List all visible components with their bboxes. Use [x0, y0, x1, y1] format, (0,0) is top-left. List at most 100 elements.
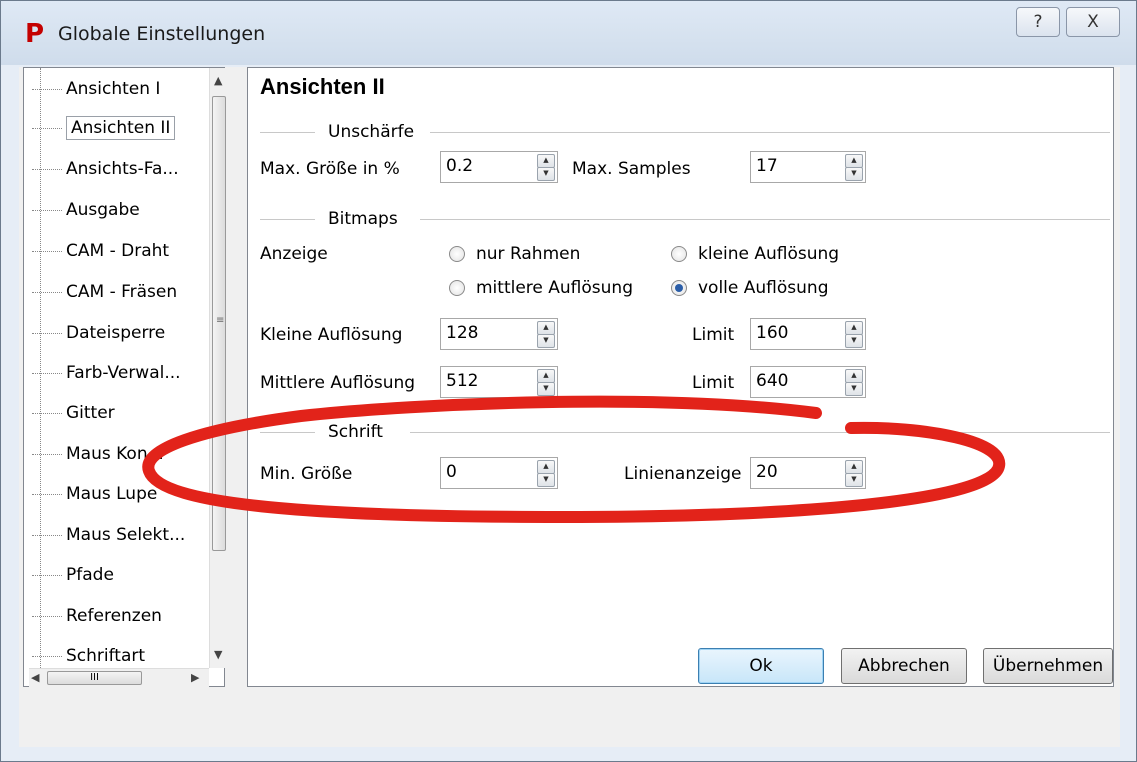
kleine-aufloesung-spinbox[interactable]: 128 ▲ ▼ [440, 318, 558, 350]
tree-item-label: CAM - Draht [66, 241, 170, 261]
spinbox-value: 160 [756, 323, 789, 343]
horizontal-scroll-thumb[interactable]: III [47, 671, 142, 685]
spinbox-value: 0 [446, 462, 457, 482]
spin-up-icon[interactable]: ▲ [845, 460, 863, 474]
category-tree: Ansichten I Ansichten II Ansichts-Fa... … [23, 67, 228, 687]
mittlere-limit-spinbox[interactable]: 640 ▲ ▼ [750, 366, 866, 398]
scroll-up-icon[interactable]: ▲ [214, 74, 222, 87]
spin-down-icon[interactable]: ▼ [845, 382, 863, 396]
spin-down-icon[interactable]: ▼ [537, 167, 555, 181]
radio-kleine-aufloesung[interactable] [671, 246, 687, 262]
settings-panel: Ansichten II Unschärfe Max. Größe in % 0… [247, 67, 1114, 687]
scroll-left-icon[interactable]: ◀ [31, 671, 39, 684]
tree-item-maus-selekt[interactable]: Maus Selekt... [32, 520, 185, 550]
spin-up-icon[interactable]: ▲ [537, 460, 555, 474]
group-label: Schrift [328, 422, 383, 442]
mittlere-aufloesung-spinbox[interactable]: 512 ▲ ▼ [440, 366, 558, 398]
max-groesse-spinbox[interactable]: 0.2 ▲ ▼ [440, 151, 558, 183]
dialog-window: P Globale Einstellungen ? X Ansichten I … [0, 0, 1137, 762]
tree-item-cam-fraesen[interactable]: CAM - Fräsen [32, 277, 177, 307]
tree-item-ansichts-fa[interactable]: Ansichts-Fa... [32, 154, 179, 184]
spin-up-icon[interactable]: ▲ [537, 154, 555, 168]
spin-down-icon[interactable]: ▼ [537, 382, 555, 396]
spin-up-icon[interactable]: ▲ [537, 369, 555, 383]
help-button[interactable]: ? [1016, 7, 1060, 37]
spin-up-icon[interactable]: ▲ [537, 321, 555, 335]
title-bar: P Globale Einstellungen ? X [1, 1, 1136, 65]
radio-nur-rahmen[interactable] [449, 246, 465, 262]
anzeige-label: Anzeige [260, 244, 328, 264]
page-title: Ansichten II [260, 74, 385, 99]
radio-volle-aufloesung[interactable] [671, 280, 687, 296]
tree-item-dateisperre[interactable]: Dateisperre [32, 318, 165, 348]
ok-button[interactable]: Ok [698, 648, 824, 684]
tree-item-label: Maus Selekt... [66, 525, 186, 545]
spin-down-icon[interactable]: ▼ [845, 167, 863, 181]
help-icon: ? [1033, 12, 1043, 32]
spinbox-value: 20 [756, 462, 778, 482]
tree-item-label: Referenzen [66, 606, 162, 626]
tree-item-referenzen[interactable]: Referenzen [32, 601, 162, 631]
tree-item-maus-lupe[interactable]: Maus Lupe [32, 479, 157, 509]
kleine-limit-label: Limit [692, 325, 735, 345]
window-title: Globale Einstellungen [58, 23, 266, 45]
group-unschaerfe: Unschärfe [260, 122, 1110, 144]
tree-vertical-scrollbar[interactable]: ▲ ≡ ▼ [209, 68, 228, 668]
tree-item-gitter[interactable]: Gitter [32, 398, 115, 428]
tree-item-label: Maus Kon... [66, 444, 164, 464]
spin-down-icon[interactable]: ▼ [845, 473, 863, 487]
tree-item-label: Ausgabe [66, 200, 140, 220]
tree-item-label: CAM - Fräsen [66, 282, 178, 302]
spin-down-icon[interactable]: ▼ [537, 473, 555, 487]
linienanzeige-spinbox[interactable]: 20 ▲ ▼ [750, 457, 866, 489]
mittlere-limit-label: Limit [692, 373, 735, 393]
spin-up-icon[interactable]: ▲ [845, 154, 863, 168]
kleine-limit-spinbox[interactable]: 160 ▲ ▼ [750, 318, 866, 350]
group-bitmaps: Bitmaps [260, 209, 1110, 231]
tree-item-farb-verwal[interactable]: Farb-Verwal... [32, 358, 181, 388]
min-groesse-label: Min. Größe [260, 464, 353, 484]
spinbox-value: 512 [446, 371, 479, 391]
tree-item-ansichten-i[interactable]: Ansichten I [32, 74, 160, 104]
spinbox-value: 128 [446, 323, 479, 343]
spin-down-icon[interactable]: ▼ [537, 334, 555, 348]
spin-up-icon[interactable]: ▲ [845, 321, 863, 335]
close-button[interactable]: X [1066, 7, 1120, 37]
spinbox-value: 640 [756, 371, 789, 391]
tree-item-label: Ansichten I [66, 79, 161, 99]
tree-item-label: Maus Lupe [66, 484, 158, 504]
tree-item-ansichten-ii[interactable]: Ansichten II [32, 113, 176, 143]
kleine-aufloesung-label: Kleine Auflösung [260, 325, 403, 345]
spin-up-icon[interactable]: ▲ [845, 369, 863, 383]
scroll-right-icon[interactable]: ▶ [191, 671, 199, 684]
tree-horizontal-scrollbar[interactable]: ◀ III ▶ [29, 668, 209, 687]
radio-label: volle Auflösung [698, 278, 829, 298]
radio-label: mittlere Auflösung [476, 278, 633, 298]
vertical-scroll-thumb[interactable]: ≡ [212, 96, 226, 551]
mittlere-aufloesung-label: Mittlere Auflösung [260, 373, 416, 393]
radio-mittlere-aufloesung[interactable] [449, 280, 465, 296]
tree-item-maus-kon[interactable]: Maus Kon... [32, 439, 164, 469]
cancel-button[interactable]: Abbrechen [841, 648, 967, 684]
tree-item-ausgabe[interactable]: Ausgabe [32, 195, 140, 225]
tree-item-label: Ansichts-Fa... [66, 159, 179, 179]
close-icon: X [1087, 12, 1099, 32]
tree-item-cam-draht[interactable]: CAM - Draht [32, 236, 169, 266]
apply-button[interactable]: Übernehmen [983, 648, 1113, 684]
spinbox-value: 0.2 [446, 156, 474, 176]
tree-item-label: Schriftart [66, 646, 146, 666]
tree-item-label: Pfade [66, 565, 114, 585]
scroll-down-icon[interactable]: ▼ [214, 648, 222, 661]
app-icon: P [25, 19, 45, 49]
max-samples-label: Max. Samples [572, 159, 691, 179]
tree-item-label: Farb-Verwal... [66, 363, 181, 383]
tree-item-label: Ansichten II [66, 116, 176, 140]
radio-label: nur Rahmen [476, 244, 581, 264]
group-label: Bitmaps [328, 209, 398, 229]
tree-item-schriftart[interactable]: Schriftart [32, 641, 145, 671]
tree-item-pfade[interactable]: Pfade [32, 560, 114, 590]
min-groesse-spinbox[interactable]: 0 ▲ ▼ [440, 457, 558, 489]
spin-down-icon[interactable]: ▼ [845, 334, 863, 348]
max-samples-spinbox[interactable]: 17 ▲ ▼ [750, 151, 866, 183]
spinbox-value: 17 [756, 156, 778, 176]
